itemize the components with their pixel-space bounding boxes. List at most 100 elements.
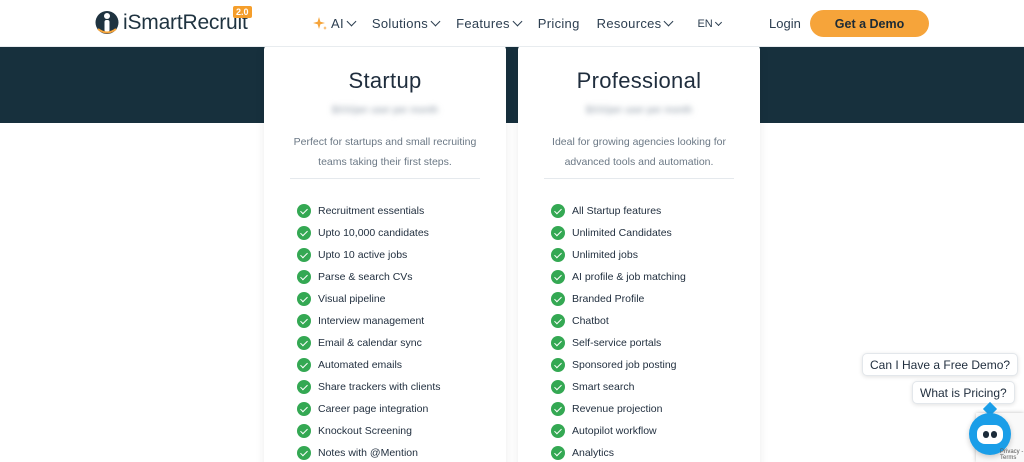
chevron-down-icon (664, 16, 674, 27)
feature-list: Recruitment essentials Upto 10,000 candi… (297, 200, 441, 462)
check-icon (551, 292, 565, 306)
feature-label: AI profile & job matching (572, 271, 686, 283)
check-icon (297, 292, 311, 306)
feature-label: Share trackers with clients (318, 381, 441, 393)
hero-band (0, 47, 1024, 123)
check-icon (551, 380, 565, 394)
feature-label: Visual pipeline (318, 293, 386, 305)
feature-label: Sponsored job posting (572, 359, 677, 371)
robot-icon (977, 424, 1003, 444)
language-selector[interactable]: EN (697, 17, 722, 30)
check-icon (297, 204, 311, 218)
feature-label: Recruitment essentials (318, 205, 425, 217)
feature-label: Automated emails (318, 359, 403, 371)
feature-label: Notes with @Mention (318, 447, 418, 459)
check-icon (297, 226, 311, 240)
check-icon (297, 380, 311, 394)
feature-label: Unlimited Candidates (572, 227, 672, 239)
nav-item-resources[interactable]: Resources (596, 16, 674, 31)
plan-title: Professional (576, 68, 702, 93)
feature-label: Upto 10,000 candidates (318, 227, 429, 239)
recaptcha-label[interactable]: Privacy - Terms (1000, 449, 1024, 461)
check-icon (551, 270, 565, 284)
check-icon (551, 446, 565, 460)
feature-label: Smart search (572, 381, 635, 393)
check-icon (551, 336, 565, 350)
feature-label: All Startup features (572, 205, 662, 217)
nav-item-features[interactable]: Features (456, 16, 523, 31)
check-icon (297, 314, 311, 328)
check-icon (551, 226, 565, 240)
feature-label: Autopilot workflow (572, 425, 657, 437)
feature-item: Email & calendar sync (297, 332, 441, 354)
sparkle-icon (313, 16, 327, 30)
feature-label: Chatbot (572, 315, 609, 327)
check-icon (297, 336, 311, 350)
nav-label: Solutions (371, 16, 429, 31)
feature-item: Notes with @Mention (297, 442, 441, 462)
divider (290, 178, 480, 179)
chevron-down-icon (430, 16, 441, 27)
nav-item-pricing[interactable]: Pricing (538, 16, 580, 31)
get-demo-button[interactable]: Get a Demo (810, 10, 929, 37)
login-link[interactable]: Login (769, 16, 801, 31)
logo[interactable]: iSmartRecruit 2.0 (95, 6, 252, 36)
plan-description: Ideal for growing agencies looking for a… (552, 136, 726, 168)
feature-item: Automated emails (297, 354, 441, 376)
plan-title: Startup (348, 68, 422, 93)
feature-item: All Startup features (551, 200, 686, 222)
feature-label: Parse & search CVs (318, 271, 413, 283)
feature-item: Chatbot (551, 310, 686, 332)
nav-item-solutions[interactable]: Solutions (371, 16, 441, 31)
chevron-down-icon (714, 18, 722, 26)
feature-label: Analytics (572, 447, 615, 459)
robot-eye (991, 430, 997, 438)
chat-suggestion-pricing[interactable]: What is Pricing? (912, 381, 1015, 404)
feature-item: Career page integration (297, 398, 441, 420)
site-header: iSmartRecruit 2.0 AI Solutions Features … (0, 0, 1024, 47)
feature-item: Self-service portals (551, 332, 686, 354)
feature-item: Upto 10,000 candidates (297, 222, 441, 244)
feature-item: Unlimited Candidates (551, 222, 686, 244)
feature-list: All Startup features Unlimited Candidate… (551, 200, 686, 462)
feature-item: Recruitment essentials (297, 200, 441, 222)
logo-text: iSmartRecruit (123, 10, 248, 34)
nav-label: Pricing (537, 16, 580, 31)
plan-card-professional: Professional $XX/per user per month Idea… (518, 44, 760, 462)
feature-item: Share trackers with clients (297, 376, 441, 398)
feature-item: Knockout Screening (297, 420, 441, 442)
feature-item: Visual pipeline (297, 288, 441, 310)
feature-label: Branded Profile (572, 293, 645, 305)
check-icon (297, 446, 311, 460)
feature-label: Knockout Screening (318, 425, 412, 437)
feature-label: Interview management (318, 315, 425, 327)
feature-item: Unlimited jobs (551, 244, 686, 266)
nav-label: Resources (596, 16, 662, 31)
nav-label: Features (456, 16, 510, 31)
feature-item: Upto 10 active jobs (297, 244, 441, 266)
feature-label: Unlimited jobs (572, 249, 638, 261)
feature-item: Interview management (297, 310, 441, 332)
check-icon (551, 402, 565, 416)
plan-price: $XX/per user per month (331, 105, 439, 116)
version-badge: 2.0 (233, 6, 252, 18)
check-icon (551, 358, 565, 372)
plan-description: Perfect for startups and small recruitin… (293, 136, 477, 168)
feature-label: Email & calendar sync (318, 337, 422, 349)
main-nav: AI Solutions Features Pricing Resources … (312, 0, 722, 47)
chat-suggestion-free-demo[interactable]: Can I Have a Free Demo? (862, 353, 1019, 376)
check-icon (551, 248, 565, 262)
check-icon (297, 270, 311, 284)
feature-label: Revenue projection (572, 403, 663, 415)
nav-item-ai[interactable]: AI (312, 16, 357, 32)
check-icon (297, 402, 311, 416)
chevron-down-icon (346, 16, 357, 27)
nav-label: AI (331, 16, 344, 31)
plan-card-startup: Startup $XX/per user per month Perfect f… (264, 44, 506, 462)
check-icon (297, 424, 311, 438)
plan-price: $XX/per user per month (585, 105, 693, 116)
check-icon (551, 314, 565, 328)
feature-item: AI profile & job matching (551, 266, 686, 288)
feature-label: Upto 10 active jobs (318, 249, 408, 261)
language-label: EN (697, 17, 713, 30)
